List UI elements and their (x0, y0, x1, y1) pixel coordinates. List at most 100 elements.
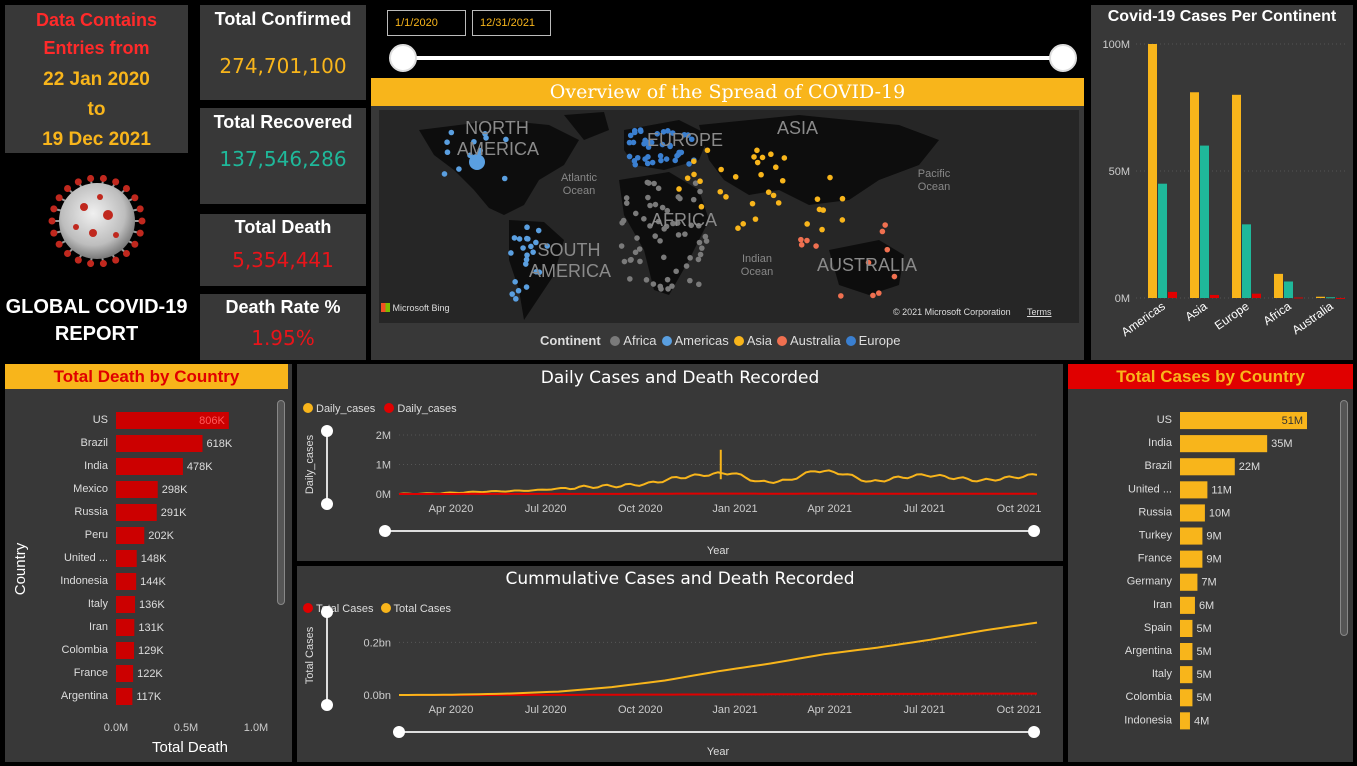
category-label: Spain (1144, 622, 1172, 634)
y-tick-label: 0M (1115, 293, 1130, 305)
x-tick-label: 0.0M (104, 722, 128, 734)
world-map[interactable]: NORTH AMERICA EUROPE ASIA AFRICA SOUTH A… (379, 110, 1079, 323)
x-tick-label: Apr 2021 (807, 704, 852, 716)
y-axis-title: Country (12, 542, 29, 595)
info-end-date: 19 Dec 2021 (42, 129, 151, 150)
covid-virus-image (38, 174, 156, 268)
category-label: US (93, 414, 108, 426)
virus-spike-tip (50, 205, 58, 213)
virus-spike-tip (55, 240, 63, 248)
legend-dot-europe (845, 336, 856, 346)
map-point-europe (631, 158, 638, 164)
date-slider-end-handle[interactable] (1049, 44, 1077, 72)
report-title-line1: GLOBAL COVID-19 (5, 296, 188, 318)
legend-item-europe[interactable]: Europe (859, 333, 901, 348)
bar-value-label: 11M (1211, 484, 1232, 496)
category-label: India (1148, 437, 1173, 449)
map-point-americas (448, 129, 455, 136)
cases-list-scrollbar[interactable] (1340, 400, 1348, 636)
map-terms-link[interactable]: Terms (1027, 307, 1052, 317)
bar-france (1180, 550, 1203, 568)
map-point-africa (696, 281, 702, 288)
map-point-africa (683, 263, 690, 269)
bing-text: Microsoft Bing (392, 303, 450, 313)
x-tick-label: Americas (1119, 299, 1168, 339)
bar-united (1180, 481, 1208, 499)
map-point-americas (456, 166, 462, 172)
kpi-total-confirmed: Total Confirmed 274,701,100 (200, 5, 366, 100)
date-slider-track[interactable] (403, 56, 1063, 60)
bar-americas (1148, 44, 1157, 298)
map-point-africa (641, 215, 647, 222)
continent-chart-title: Covid-19 Cases Per Continent (1107, 8, 1337, 25)
cumulative-chart-title: Cummulative Cases and Death Recorded (505, 569, 855, 589)
bing-logo: Microsoft Bing (381, 303, 450, 313)
bar-value-label: 5M (1196, 623, 1211, 635)
legend-item-africa[interactable]: Africa (623, 333, 656, 348)
map-point-africa (621, 258, 628, 265)
category-label: Colombia (62, 644, 109, 656)
map-point-africa (664, 276, 671, 283)
map-point-africa (696, 239, 703, 246)
start-date-input[interactable]: 1/1/2020 (387, 10, 466, 36)
bar-value-label: 10M (1209, 507, 1230, 519)
map-point-americas (512, 279, 518, 285)
bar-value-label: 5M (1196, 646, 1211, 658)
y-range-slider-bottom-handle (321, 699, 333, 711)
daily-chart-title: Daily Cases and Death Recorded (540, 368, 820, 388)
kpi-recovered-label: Total Recovered (213, 112, 353, 132)
bar-iran (1180, 596, 1195, 614)
map-point-asia (735, 225, 741, 231)
virus-spike-tip (74, 256, 82, 264)
map-point-africa (697, 188, 703, 195)
x-axis-title: Total Death (152, 739, 228, 756)
virus-spike-tip (138, 217, 146, 225)
bar-mexico (116, 481, 158, 498)
kpi-rate-label: Death Rate % (225, 297, 341, 317)
virus-spike-tip (74, 178, 82, 186)
map-point-africa (628, 256, 634, 263)
bar-value-label: 5M (1196, 692, 1211, 704)
y-tick-label: 0M (376, 489, 391, 501)
legend-item-asia[interactable]: Asia (747, 333, 772, 348)
end-date-input[interactable]: 12/31/2021 (472, 10, 551, 36)
category-label: India (84, 460, 109, 472)
map-point-africa (637, 258, 643, 265)
bar-value-label: 202K (148, 530, 174, 542)
map-point-asia (698, 203, 705, 210)
x-tick-label: Jul 2020 (525, 503, 567, 515)
map-point-americas (524, 224, 530, 231)
y-axis-title: Daily_cases (304, 434, 316, 494)
kpi-total-death: Total Death 5,354,441 (200, 214, 366, 286)
map-point-americas (444, 149, 451, 156)
map-point-asia (751, 154, 757, 160)
date-slider-start-handle[interactable] (389, 44, 417, 72)
x-tick-label: Jul 2021 (904, 704, 946, 716)
bar-india (1180, 435, 1268, 453)
category-label: Russia (1138, 506, 1173, 518)
bar-italy (1180, 666, 1193, 684)
bar-argentina (116, 688, 133, 705)
map-point-asia (758, 171, 764, 178)
report-title-line2: REPORT (54, 323, 139, 345)
category-label: Turkey (1139, 530, 1173, 542)
cases-by-country-title: Total Cases by Country (1068, 364, 1353, 389)
map-point-americas (513, 296, 519, 302)
y-range-slider-bottom-handle (321, 498, 333, 510)
category-label: Iran (1153, 599, 1172, 611)
map-point-africa (687, 255, 693, 261)
death-list-scrollbar[interactable] (277, 400, 285, 605)
map-point-europe (642, 156, 648, 162)
bar-value-label: 6M (1199, 600, 1214, 612)
map-point-africa (651, 180, 657, 187)
bar-value-label: 5M (1196, 669, 1211, 681)
legend-item-australia[interactable]: Australia (790, 333, 841, 348)
bar-value-label: 131K (138, 622, 164, 634)
legend-item-americas[interactable]: Americas (675, 333, 729, 348)
bar-asia (1210, 294, 1219, 298)
daily-line-chart: 0M 1M 2M Apr 2020 Jul 2020 Oct 2020 Jan 2021 Ap… (304, 425, 1041, 557)
map-point-americas (501, 175, 508, 182)
category-label: Russia (74, 506, 109, 518)
category-label: Mexico (73, 483, 108, 495)
label-africa: AFRICA (651, 210, 718, 230)
